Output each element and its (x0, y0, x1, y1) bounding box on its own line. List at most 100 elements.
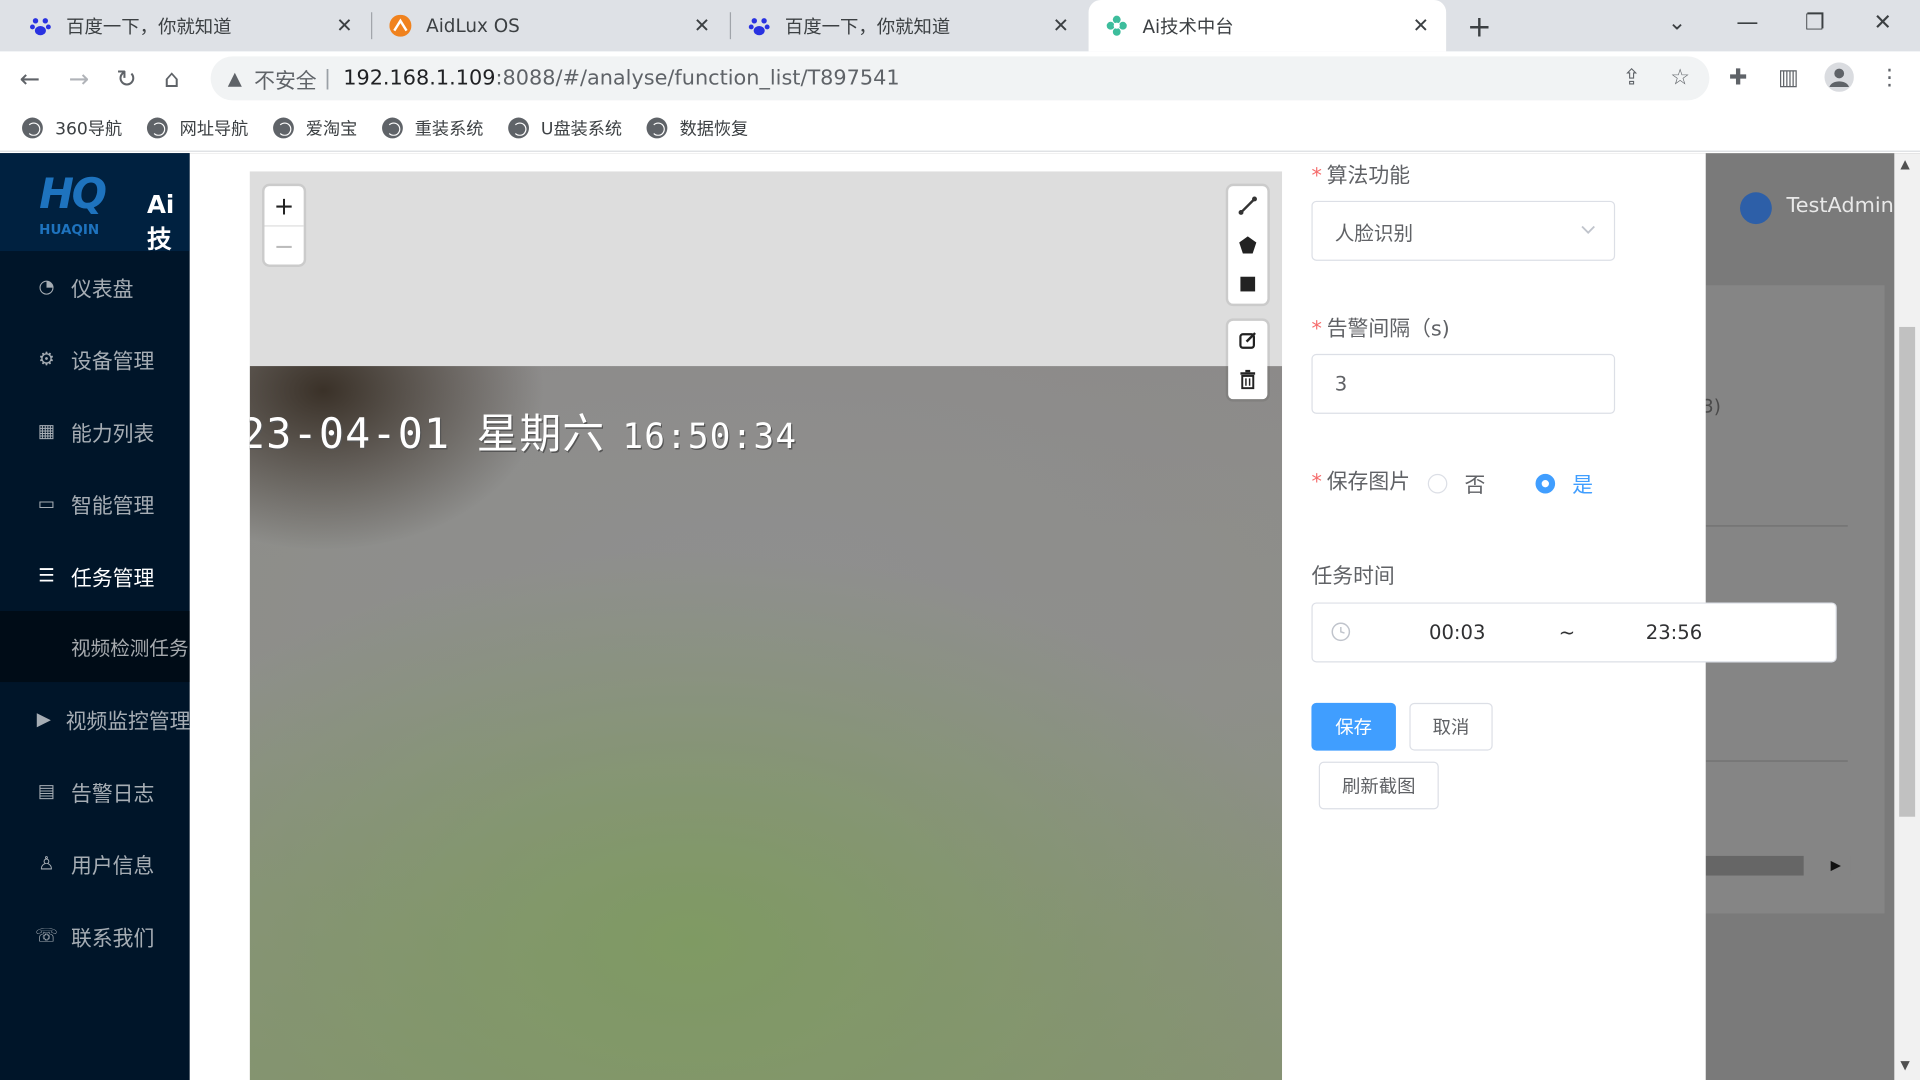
sidebar-item-user[interactable]: ♙ 用户信息 (0, 828, 190, 899)
time-start[interactable]: 00:03 (1429, 621, 1485, 644)
zoom-out-button[interactable]: − (264, 225, 304, 264)
sidebar-item-smart[interactable]: ▭ 智能管理 (0, 468, 190, 539)
scrollbar-thumb[interactable] (1899, 326, 1916, 817)
home-icon[interactable]: ⌂ (164, 64, 180, 93)
menu-kebab-icon[interactable]: ⋮ (1878, 65, 1900, 91)
bookmark-item[interactable]: 网址导航 (146, 116, 248, 140)
star-icon[interactable]: ☆ (1670, 65, 1690, 91)
page-scrollbar[interactable]: ▲ ▼ (1894, 153, 1920, 1080)
bookmark-item[interactable]: 数据恢复 (646, 116, 748, 140)
reload-icon[interactable]: ↻ (116, 64, 137, 93)
browser-tab-4[interactable]: Ai技术中台 ✕ (1088, 0, 1447, 52)
scroll-down-icon[interactable]: ▼ (1900, 1059, 1909, 1072)
browser-tab-3[interactable]: 百度一下，你就知道 ✕ (731, 0, 1086, 51)
scroll-up-icon[interactable]: ▲ (1900, 158, 1909, 171)
task-edit-dialog: 23-04-01 星期六 16:50:34 + − * 算法功能 人脸识别 * … (189, 153, 1837, 1080)
close-window-icon[interactable]: ✕ (1873, 10, 1891, 36)
sidebar-item-contact[interactable]: ☏ 联系我们 (0, 900, 190, 971)
draw-rectangle-icon[interactable] (1228, 264, 1267, 303)
bookmark-item[interactable]: U盘装系统 (507, 116, 622, 140)
zoom-control: + − (264, 186, 304, 265)
edit-toolbar (1228, 320, 1268, 400)
background-card (1705, 285, 1885, 914)
bookmark-item[interactable]: 重装系统 (381, 116, 483, 140)
side-panel-icon[interactable]: ▥ (1778, 65, 1799, 91)
logo-subtitle: HUAQIN (39, 221, 100, 238)
globe-icon (272, 117, 294, 139)
dashboard-icon: ◔ (38, 275, 55, 298)
tab-title: AidLux OS (426, 14, 520, 37)
interval-input[interactable]: 3 (1311, 353, 1616, 414)
baidu-paw-icon (748, 15, 770, 37)
draw-line-icon[interactable] (1228, 186, 1267, 225)
save-image-no-radio[interactable]: 否 (1427, 468, 1485, 498)
chart-icon: ▦ (37, 420, 56, 443)
contact-icon: ☏ (35, 924, 59, 947)
user-name[interactable]: TestAdmin (1787, 193, 1894, 217)
save-image-yes-radio[interactable]: 是 (1535, 468, 1593, 498)
logo-area: HQ HUAQIN Ai技 (0, 153, 190, 253)
camera-osd: 23-04-01 星期六 16:50:34 (250, 400, 797, 460)
tab-search-icon[interactable]: ⌄ (1668, 10, 1686, 36)
time-separator: ~ (1558, 620, 1576, 645)
globe-icon (646, 117, 668, 139)
draw-polygon-icon[interactable] (1228, 225, 1267, 264)
minimize-icon[interactable]: — (1736, 10, 1758, 36)
trash-icon[interactable] (1228, 360, 1267, 399)
sidebar-item-dashboard[interactable]: ◔ 仪表盘 (0, 251, 190, 322)
edit-layers-icon[interactable] (1228, 321, 1267, 360)
back-icon[interactable]: ← (20, 64, 41, 93)
url-host: 192.168.1.109 (343, 66, 496, 91)
time-range-picker[interactable]: 00:03 ~ 23:56 (1311, 602, 1837, 663)
tab-title: 百度一下，你就知道 (66, 15, 232, 38)
refresh-snapshot-button[interactable]: 刷新截图 (1318, 761, 1439, 810)
new-tab-icon[interactable]: + (1467, 10, 1492, 44)
extensions-icon[interactable]: ✚ (1729, 65, 1747, 91)
zoom-in-button[interactable]: + (264, 186, 303, 225)
close-tab-icon[interactable]: ✕ (1053, 13, 1069, 36)
forward-icon[interactable]: → (69, 64, 90, 93)
monitor-icon: ▭ (37, 492, 56, 515)
app-title: Ai技 (146, 189, 175, 254)
address-bar[interactable]: ▲ 不安全 | 192.168.1.109 :8088/#/analyse/fu… (210, 56, 1710, 101)
browser-tab-2[interactable]: AidLux OS ✕ (372, 0, 727, 51)
time-end[interactable]: 23:56 (1646, 621, 1702, 644)
sidebar-item-abilities[interactable]: ▦ 能力列表 (0, 396, 190, 467)
browser-toolbar: ← → ↻ ⌂ ▲ 不安全 | 192.168.1.109 :8088/#/an… (0, 51, 1920, 106)
user-avatar[interactable] (1740, 192, 1772, 225)
tab-title: Ai技术中台 (1142, 15, 1234, 38)
profile-icon[interactable] (1824, 62, 1854, 98)
globe-icon (381, 117, 403, 139)
logo: HQ (39, 170, 107, 220)
page-content: HQ HUAQIN Ai技 ◔ 仪表盘 ⚙ 设备管理 ▦ 能力列表 ▭ 智能管理 ☰ 任务… (0, 153, 1920, 1080)
sidebar-subitem-video-detect[interactable]: 视频检测任务 (0, 611, 190, 683)
region-map[interactable]: 23-04-01 星期六 16:50:34 + − (249, 171, 1283, 1080)
cancel-button[interactable]: 取消 (1409, 702, 1493, 751)
globe-icon (22, 117, 43, 139)
restore-icon[interactable]: ❐ (1805, 10, 1825, 36)
clock-icon (1331, 622, 1351, 646)
task-form: * 算法功能 人脸识别 * 告警间隔（s) 3 * 保存图片 否 是 任务时间 … (1311, 153, 1837, 1080)
sidebar-item-video-monitor[interactable]: ▶ 视频监控管理 (0, 683, 191, 754)
gear-icon: ⚙ (38, 347, 55, 370)
bookmark-item[interactable]: 爱淘宝 (272, 116, 357, 140)
scroll-right-icon: ▶ (1830, 857, 1841, 874)
sidebar-item-alarm-log[interactable]: ▤ 告警日志 (0, 756, 190, 827)
close-tab-icon[interactable]: ✕ (336, 13, 352, 36)
sidebar-item-tasks[interactable]: ☰ 任务管理 (0, 540, 190, 611)
tab-title: 百度一下，你就知道 (784, 15, 951, 38)
interval-label: * 告警间隔（s) (1311, 317, 1450, 342)
close-tab-icon[interactable]: ✕ (1413, 13, 1429, 36)
browser-tab-1[interactable]: 百度一下，你就知道 ✕ (0, 0, 370, 51)
user-icon: ♙ (38, 852, 55, 875)
bookmark-item[interactable]: 360导航 (22, 116, 122, 140)
globe-icon (507, 117, 529, 139)
calendar-icon: ▤ (37, 780, 56, 803)
close-tab-icon[interactable]: ✕ (694, 13, 710, 36)
osd-date: 23-04-01 星期六 (249, 410, 606, 460)
video-icon: ▶ (36, 707, 51, 730)
share-icon[interactable]: ⇪ (1622, 65, 1640, 91)
algorithm-select[interactable]: 人脸识别 (1311, 200, 1616, 261)
save-button[interactable]: 保存 (1311, 702, 1396, 751)
sidebar-item-devices[interactable]: ⚙ 设备管理 (0, 323, 190, 394)
